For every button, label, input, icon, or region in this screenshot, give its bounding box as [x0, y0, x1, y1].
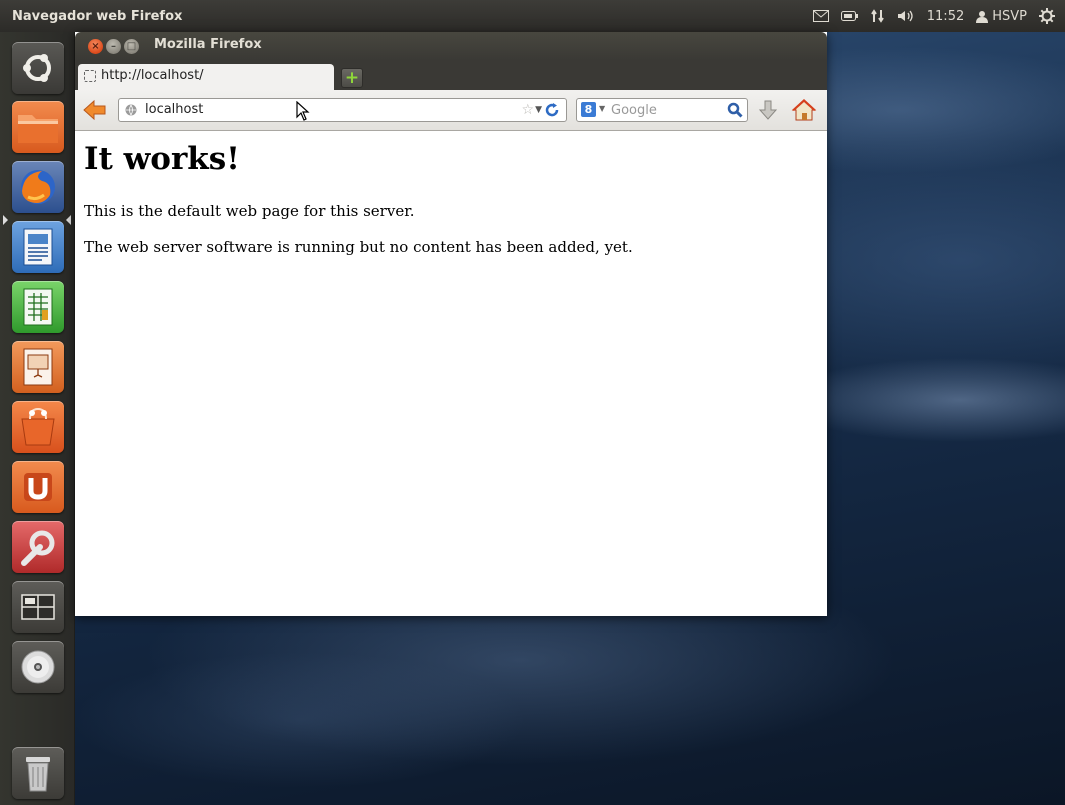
launcher-system-settings[interactable]	[12, 521, 64, 573]
back-arrow-icon	[83, 99, 106, 121]
launcher-trash[interactable]	[12, 747, 64, 799]
tab-localhost[interactable]: http://localhost/	[78, 64, 334, 90]
search-bar: 8 ▼	[576, 98, 748, 122]
launcher-libreoffice-impress[interactable]	[12, 341, 64, 393]
window-close-button[interactable]: ×	[88, 39, 103, 54]
impress-presentation-icon	[23, 348, 53, 386]
web-page-content: It works! This is the default web page f…	[75, 131, 827, 616]
shopping-bag-icon	[21, 407, 55, 446]
launcher-libreoffice-calc[interactable]	[12, 281, 64, 333]
settings-wrench-icon	[21, 530, 55, 566]
launcher-cd-dvd-drive[interactable]	[12, 641, 64, 693]
calc-spreadsheet-icon	[23, 288, 53, 326]
close-icon: ×	[91, 41, 100, 52]
bookmark-star-icon[interactable]: ☆	[521, 102, 534, 118]
top-panel: Navegador web Firefox 11:52 HSVP	[0, 0, 1065, 32]
ubuntu-logo-icon	[23, 54, 51, 82]
downloads-button[interactable]	[757, 99, 779, 121]
window-titlebar[interactable]: × – □ Mozilla Firefox	[75, 32, 827, 60]
active-indicator-right	[66, 215, 71, 225]
launcher-workspace-switcher[interactable]	[12, 581, 64, 633]
clock[interactable]: 11:52	[927, 9, 964, 24]
maximize-icon: □	[126, 41, 137, 52]
magnifier-icon[interactable]	[727, 102, 743, 118]
user-menu[interactable]: HSVP	[976, 9, 1027, 24]
launcher-files[interactable]	[12, 101, 64, 153]
search-engine-google-icon[interactable]: 8	[581, 102, 596, 117]
launcher-ubuntu-software-center[interactable]	[12, 401, 64, 453]
new-tab-button[interactable]: +	[341, 68, 363, 88]
minimize-icon: –	[111, 41, 116, 52]
firefox-icon	[21, 170, 55, 204]
launcher-dash-home[interactable]	[12, 42, 64, 94]
network-icon[interactable]	[870, 9, 885, 23]
window-maximize-button[interactable]: □	[124, 39, 139, 54]
url-text: localhost	[145, 102, 204, 117]
home-button[interactable]	[791, 98, 817, 122]
mail-icon[interactable]	[812, 10, 829, 22]
tab-title: http://localhost/	[101, 68, 204, 83]
page-paragraph: The web server software is running but n…	[84, 238, 633, 256]
launcher-ubuntu-one[interactable]	[12, 461, 64, 513]
page-heading: It works!	[84, 141, 240, 177]
disc-icon	[21, 650, 55, 684]
blank-favicon-icon	[84, 70, 96, 82]
mouse-cursor-icon	[296, 101, 310, 121]
battery-icon[interactable]	[840, 10, 859, 22]
reload-icon[interactable]	[544, 102, 560, 118]
download-arrow-icon	[758, 100, 778, 120]
page-paragraph: This is the default web page for this se…	[84, 202, 415, 220]
session-gear-icon[interactable]	[1039, 8, 1055, 24]
launcher	[0, 32, 75, 805]
search-engine-dropdown-icon[interactable]: ▼	[599, 104, 605, 113]
user-name: HSVP	[992, 8, 1027, 24]
volume-icon[interactable]	[897, 9, 915, 23]
url-bar[interactable]: localhost ☆ ▼	[118, 98, 567, 122]
window-title: Mozilla Firefox	[154, 37, 262, 52]
back-button[interactable]	[83, 99, 107, 121]
window-minimize-button[interactable]: –	[106, 39, 121, 54]
plus-icon: +	[344, 68, 360, 88]
tab-strip: http://localhost/ +	[75, 60, 827, 90]
indicator-area: 11:52 HSVP	[812, 0, 1055, 32]
workspace-switcher-icon	[21, 594, 55, 620]
launcher-libreoffice-writer[interactable]	[12, 221, 64, 273]
panel-app-title: Navegador web Firefox	[12, 8, 183, 24]
home-icon	[791, 99, 817, 121]
user-icon	[976, 10, 989, 23]
firefox-window: × – □ Mozilla Firefox http://localhost/ …	[75, 32, 827, 616]
search-input[interactable]	[611, 102, 721, 118]
globe-icon	[125, 104, 137, 116]
navigation-toolbar: localhost ☆ ▼ 8 ▼	[75, 90, 827, 131]
active-indicator-left	[3, 215, 8, 225]
launcher-firefox[interactable]	[12, 161, 64, 213]
ubuntu-one-icon	[24, 473, 52, 501]
folder-icon	[18, 115, 58, 143]
trash-icon	[26, 757, 50, 792]
url-history-dropdown-icon[interactable]: ▼	[535, 103, 542, 117]
writer-document-icon	[23, 228, 53, 266]
